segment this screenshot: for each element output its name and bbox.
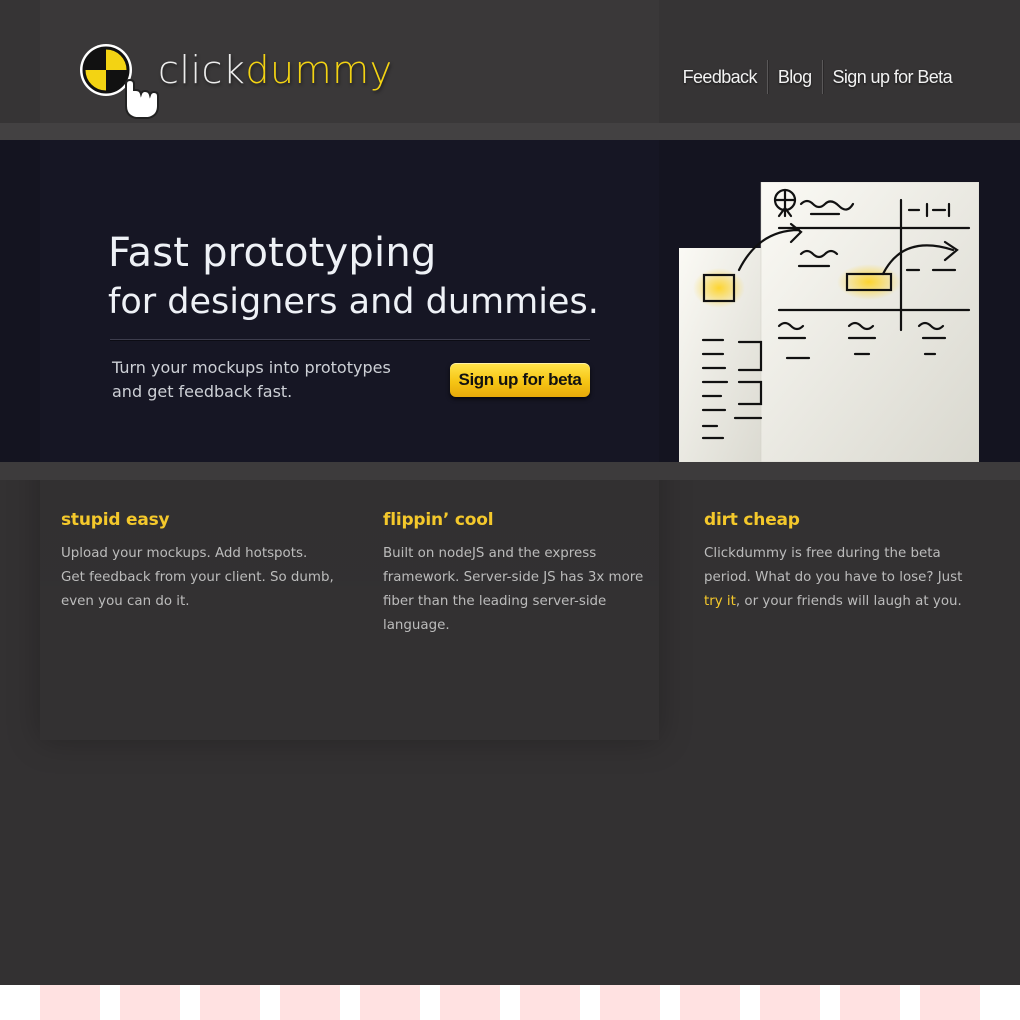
signup-beta-button[interactable]: Sign up for beta [450, 363, 590, 397]
hero-section: Fast prototyping for designers and dummi… [0, 140, 1020, 462]
wireframe-sketch-illustration [679, 182, 979, 462]
logo[interactable]: clickdummy [78, 40, 392, 120]
feature-title: dirt cheap [704, 510, 800, 530]
top-nav: Feedback Blog Sign up for Beta [673, 60, 962, 94]
site-header: clickdummy Feedback Blog Sign up for Bet… [0, 0, 1020, 123]
features-section: stupid easy Upload your mockups. Add hot… [0, 480, 1020, 985]
feature-dirt-cheap: dirt cheap Clickdummy is free during the… [704, 510, 984, 614]
grid-cell [120, 985, 180, 1020]
grid-cell [200, 985, 260, 1020]
grid-cell [680, 985, 740, 1020]
feature-description: Upload your mockups. Add hotspots. Get f… [61, 546, 334, 609]
nav-blog[interactable]: Blog [768, 60, 822, 94]
hero-subtitle: Turn your mockups into prototypes and ge… [112, 358, 391, 401]
crash-test-dummy-cursor-icon [80, 44, 159, 119]
grid-cell [280, 985, 340, 1020]
hero-title-line2: for designers and dummies. [108, 282, 599, 322]
feature-title: flippin’ cool [383, 510, 494, 530]
grid-cell [520, 985, 580, 1020]
layout-grid-overlay [0, 985, 1020, 1020]
grid-cell [760, 985, 820, 1020]
grid-cell [920, 985, 980, 1020]
header-divider [0, 123, 1020, 140]
feature-description: Clickdummy is free during the beta perio… [704, 546, 963, 609]
nav-signup-beta[interactable]: Sign up for Beta [823, 60, 963, 94]
hero-title: Fast prototyping [108, 230, 437, 276]
grid-cell [600, 985, 660, 1020]
hero-bottom-rule [0, 462, 1020, 480]
feature-title: stupid easy [61, 510, 170, 530]
logo-wordmark: clickdummy [158, 48, 393, 92]
nav-feedback[interactable]: Feedback [673, 60, 767, 94]
grid-cell [40, 985, 100, 1020]
feature-stupid-easy: stupid easy Upload your mockups. Add hot… [61, 510, 351, 614]
try-it-link[interactable]: try it [704, 594, 736, 609]
grid-cell [440, 985, 500, 1020]
hero-divider [110, 339, 590, 340]
feature-description: Built on nodeJS and the express framewor… [383, 546, 644, 633]
feature-flippin-cool: flippin’ cool Built on nodeJS and the ex… [383, 510, 663, 638]
grid-cell [360, 985, 420, 1020]
grid-cell [840, 985, 900, 1020]
